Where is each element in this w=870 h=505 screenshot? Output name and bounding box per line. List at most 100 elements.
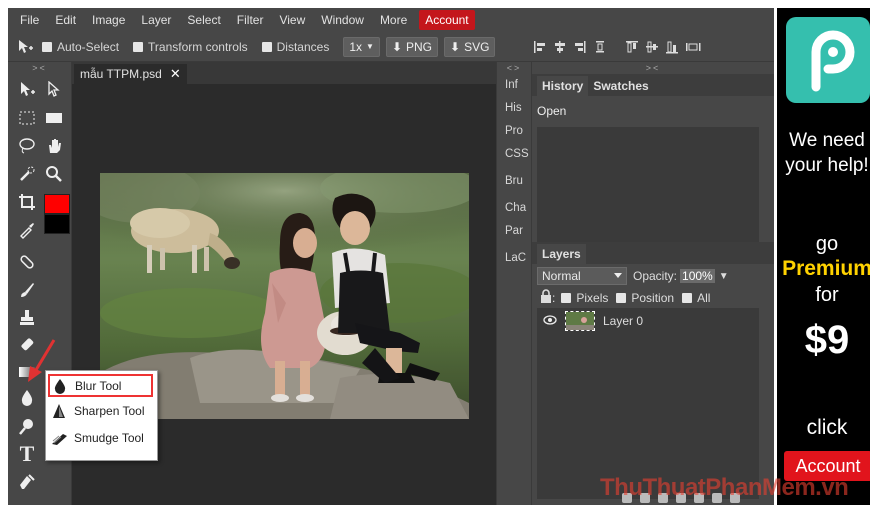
marquee-tool-icon[interactable]	[15, 106, 39, 130]
layer-name: Layer 0	[603, 314, 644, 328]
lock-row: : Pixels Position All	[540, 289, 710, 306]
opacity-input[interactable]: 100%	[680, 269, 715, 283]
eyedropper-icon[interactable]	[15, 218, 39, 242]
history-entry[interactable]: Open	[537, 104, 566, 118]
checkbox-icon	[261, 41, 272, 52]
sharpen-tool-option[interactable]: Sharpen Tool	[46, 397, 157, 424]
foreground-color-swatch[interactable]	[44, 194, 70, 214]
distribute-h-icon[interactable]	[685, 40, 701, 54]
panel-info-button[interactable]: Inf	[497, 74, 531, 97]
align-bottom-icon[interactable]	[665, 40, 679, 54]
align-center-icon[interactable]	[553, 40, 567, 54]
document-tab-title: mẫu TTPM.psd	[80, 67, 162, 81]
quick-select-icon[interactable]	[15, 162, 39, 186]
align-left-icon[interactable]	[533, 40, 547, 54]
smudge-tool-option[interactable]: Smudge Tool	[46, 424, 157, 451]
menu-image[interactable]: Image	[84, 8, 133, 32]
eye-icon[interactable]	[543, 314, 557, 328]
panel-history-button[interactable]: His	[497, 97, 531, 120]
lock-pixels-label: Pixels	[576, 290, 609, 305]
panel-layer-comps-button[interactable]: LaC	[497, 247, 531, 270]
ad-banner[interactable]: We need your help! go Premium for $9 cli…	[777, 8, 870, 505]
crop-tool-icon[interactable]	[15, 190, 39, 214]
close-icon[interactable]: ✕	[170, 64, 181, 84]
checkbox-icon[interactable]	[616, 292, 627, 303]
blend-row: Normal Opacity: 100% ▼	[537, 267, 729, 285]
chevron-down-icon[interactable]: ▼	[719, 271, 729, 282]
stamp-tool-icon[interactable]	[15, 306, 39, 330]
blur-tools-flyout: Blur Tool Sharpen Tool Smudge Tool	[45, 370, 158, 461]
align-right-icon[interactable]	[573, 40, 587, 54]
panel-properties-button[interactable]: Pro	[497, 120, 531, 143]
menu-edit[interactable]: Edit	[47, 8, 84, 32]
ad-price: $9	[804, 318, 850, 362]
sharpen-tool-label: Sharpen Tool	[74, 403, 145, 418]
export-png-label: PNG	[406, 39, 433, 54]
collapse-arrows-icon[interactable]: ><	[8, 62, 71, 74]
export-png-button[interactable]: ⬇ PNG	[385, 36, 439, 57]
chevron-down-icon	[614, 273, 622, 278]
distances-label: Distances	[276, 39, 330, 54]
direct-select-icon[interactable]	[42, 78, 66, 102]
collapsed-panels: <> Inf His Pro CSS Bru Cha Par LaC	[496, 62, 532, 505]
blur-tool-option[interactable]: Blur Tool	[48, 374, 153, 397]
healing-brush-icon[interactable]	[15, 250, 39, 274]
hand-tool-icon[interactable]	[42, 134, 66, 158]
dodge-tool-icon[interactable]	[15, 414, 39, 438]
align-top-icon[interactable]	[625, 40, 639, 54]
zoom-select[interactable]: 1x ▼	[343, 36, 380, 57]
export-svg-button[interactable]: ⬇ SVG	[444, 36, 496, 57]
collapse-arrows-icon[interactable]: ><	[532, 62, 774, 74]
layer-row[interactable]: Layer 0	[537, 308, 759, 334]
checkbox-icon[interactable]	[561, 292, 572, 303]
auto-select-label: Auto-Select	[57, 39, 120, 54]
panel-css-button[interactable]: CSS	[497, 143, 531, 166]
distribute-icon[interactable]	[593, 40, 607, 54]
opacity-label: Opacity:	[633, 269, 678, 283]
checkbox-icon	[133, 41, 144, 52]
lock-all-label: All	[697, 290, 711, 305]
panel-character-button[interactable]: Cha	[497, 197, 531, 220]
type-tool-icon[interactable]: T	[15, 441, 39, 466]
tab-swatches[interactable]: Swatches	[588, 76, 653, 96]
zoom-tool-icon[interactable]	[42, 162, 66, 186]
transform-controls-checkbox[interactable]: Transform controls	[133, 40, 248, 54]
right-panels: >< History Swatches Open Layers Normal O…	[532, 62, 774, 505]
checkbox-icon[interactable]	[682, 292, 693, 303]
ad-go: go	[815, 233, 839, 255]
menu-file[interactable]: File	[12, 8, 47, 32]
zoom-value: 1x	[349, 39, 363, 54]
lock-position-label: Position	[631, 290, 675, 305]
annotation-arrow-icon	[28, 339, 56, 382]
menu-more[interactable]: More	[372, 8, 415, 32]
rectangle-icon[interactable]	[42, 106, 66, 130]
align-middle-icon[interactable]	[645, 40, 659, 54]
background-color-swatch[interactable]	[44, 214, 70, 234]
blend-mode-select[interactable]: Normal	[537, 267, 627, 285]
pen-tool-icon[interactable]	[15, 470, 39, 494]
blur-tool-icon[interactable]	[15, 386, 39, 410]
menu-filter[interactable]: Filter	[229, 8, 272, 32]
tab-history[interactable]: History	[537, 76, 589, 96]
auto-select-checkbox[interactable]: Auto-Select	[42, 40, 119, 54]
panel-paragraph-button[interactable]: Par	[497, 220, 531, 243]
collapse-arrows-icon[interactable]: <>	[497, 62, 531, 74]
menu-select[interactable]: Select	[179, 8, 228, 32]
lasso-tool-icon[interactable]	[15, 134, 39, 158]
export-svg-label: SVG	[464, 39, 490, 54]
tab-layers[interactable]: Layers	[537, 244, 586, 264]
brush-tool-icon[interactable]	[15, 278, 39, 302]
move-tool-icon[interactable]	[15, 78, 39, 102]
document-tab[interactable]: mẫu TTPM.psd ✕	[74, 64, 187, 84]
layer-thumbnail	[565, 311, 595, 331]
panel-brush-button[interactable]: Bru	[497, 170, 531, 193]
menu-view[interactable]: View	[271, 8, 313, 32]
align-buttons	[533, 40, 701, 54]
account-button[interactable]: Account	[419, 10, 475, 30]
download-icon: ⬇	[450, 39, 461, 54]
menu-window[interactable]: Window	[313, 8, 372, 32]
ad-for: for	[815, 284, 839, 306]
distances-checkbox[interactable]: Distances	[261, 39, 330, 54]
menu-layer[interactable]: Layer	[133, 8, 179, 32]
tool-options-bar: Auto-Select Transform controls Distances…	[8, 32, 774, 62]
